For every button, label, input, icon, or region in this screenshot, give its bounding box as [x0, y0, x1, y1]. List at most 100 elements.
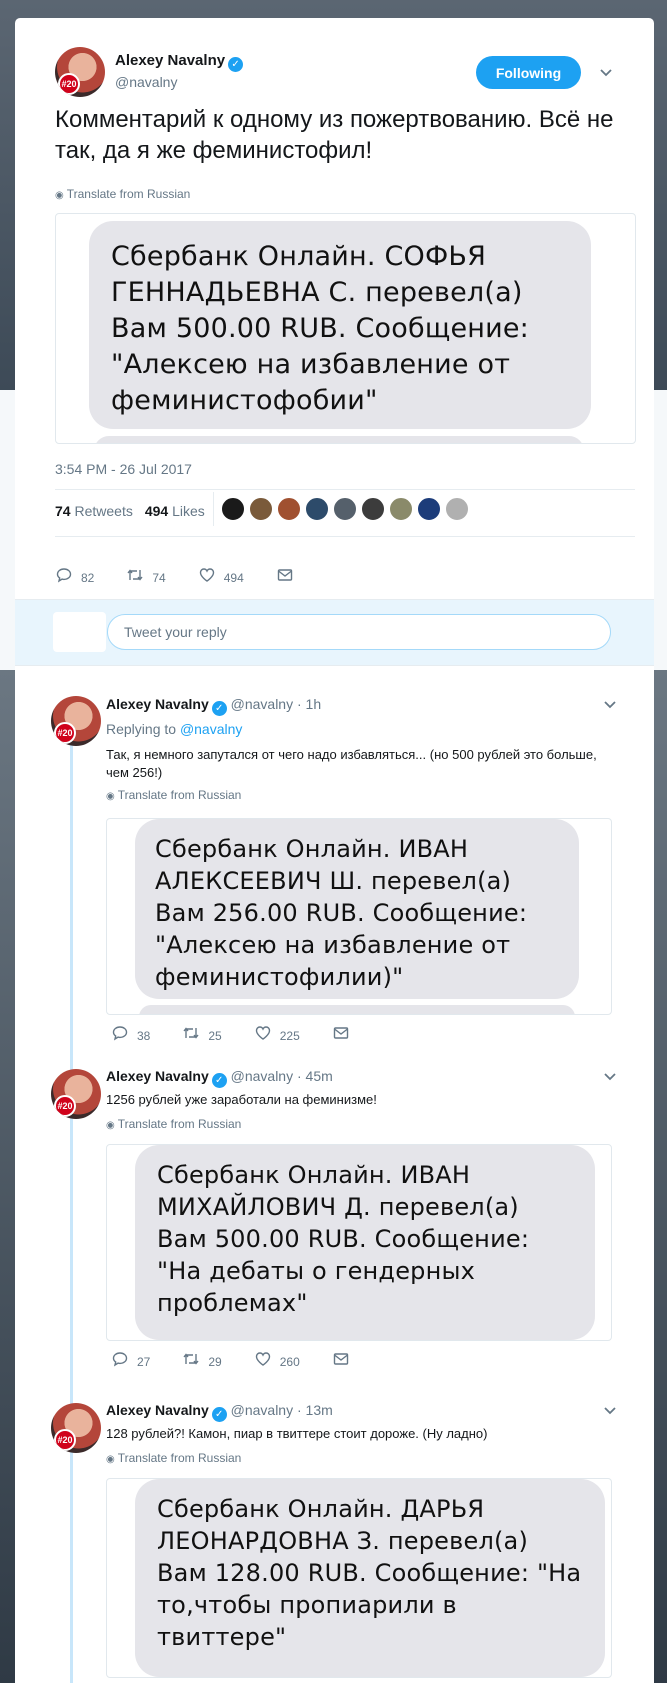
globe-icon: ◉ [106, 791, 115, 802]
author-avatar[interactable]: #20 [51, 1069, 101, 1119]
avatar-badge: #20 [54, 1095, 76, 1117]
reply-time[interactable]: · 1h [297, 696, 321, 712]
author-handle[interactable]: @navalny [115, 74, 177, 90]
reply-input[interactable]: Tweet your reply [107, 614, 611, 650]
author-handle[interactable]: @navalny [231, 1068, 293, 1084]
chevron-down-icon[interactable] [597, 64, 615, 82]
author-handle[interactable]: @navalny [231, 1402, 293, 1418]
retweet-action[interactable]: 29 [182, 1351, 222, 1372]
retweet-icon [126, 567, 144, 588]
tweet-timestamp[interactable]: 3:54 PM - 26 Jul 2017 [55, 461, 192, 477]
tweet-text: Комментарий к одному из пожертвованию. В… [55, 106, 614, 164]
reply-action[interactable]: 82 [55, 567, 94, 588]
tweet-media[interactable]: Сбербанк Онлайн. ДАРЬЯ ЛЕОНАРДОВНА З. пе… [106, 1478, 612, 1678]
likes-stat[interactable]: 494 Likes [145, 503, 205, 519]
liker-avatar[interactable] [249, 497, 273, 521]
divider [55, 489, 635, 490]
sms-bubble: Сбербанк Онлайн. СОФЬЯ ГЕННАДЬЕВНА С. пе… [89, 221, 591, 429]
tweet-media[interactable]: Сбербанк Онлайн. СОФЬЯ ГЕННАДЬЕВНА С. пе… [55, 213, 636, 444]
reply-header: Alexey Navalny ✓ @navalny · 45m [106, 1068, 333, 1088]
translate-link[interactable]: ◉ Translate from Russian [106, 788, 241, 802]
sms-bubble: Сбербанк Онлайн. ИВАН АЛЕКСЕЕВИЧ Ш. пере… [135, 819, 579, 999]
retweets-count: 74 [55, 503, 71, 519]
author-block: Alexey Navalny ✓ [115, 52, 244, 72]
heart-icon [254, 1025, 272, 1046]
retweet-action[interactable]: 25 [182, 1025, 222, 1046]
like-action[interactable]: 494 [198, 567, 244, 588]
liker-avatar[interactable] [333, 497, 357, 521]
translate-link[interactable]: ◉ Translate from Russian [55, 187, 190, 201]
like-count: 225 [279, 1028, 300, 1043]
globe-icon: ◉ [106, 1120, 115, 1131]
tweet-actions: 27 29 260 [111, 1351, 382, 1372]
message-action[interactable] [332, 1352, 350, 1371]
chevron-down-icon[interactable] [601, 1068, 619, 1086]
divider [55, 536, 635, 537]
likers-avatars [221, 497, 469, 521]
tweet-stats: 74 Retweets 494 Likes [55, 503, 205, 519]
avatar-badge: #20 [58, 73, 80, 95]
heart-icon [198, 567, 216, 588]
sms-bubble: Сбербанк Онлайн. ИВАН МИХАЙЛОВИЧ Д. пере… [135, 1145, 595, 1340]
sms-bubble: Сбербанк Онлайн. ДАРЬЯ ЛЕОНАРДОВНА З. пе… [135, 1479, 605, 1677]
reply-text: 128 рублей?! Камон, пиар в твиттере стои… [106, 1426, 488, 1441]
reply-time[interactable]: · 13m [297, 1402, 333, 1418]
retweet-action[interactable]: 74 [126, 567, 166, 588]
avatar-badge: #20 [54, 722, 76, 744]
author-name[interactable]: Alexey Navalny [106, 1402, 209, 1418]
verified-icon: ✓ [211, 1407, 227, 1422]
author-name[interactable]: Alexey Navalny [106, 696, 209, 712]
reply-text: Так, я немного запутался от чего надо из… [106, 747, 597, 780]
chevron-down-icon[interactable] [601, 1402, 619, 1420]
liker-avatar[interactable] [445, 497, 469, 521]
author-avatar[interactable]: #20 [51, 696, 101, 746]
stats-separator [213, 492, 214, 526]
reply-action[interactable]: 38 [111, 1025, 150, 1046]
envelope-icon [332, 1352, 350, 1371]
tweet-media[interactable]: Сбербанк Онлайн. ИВАН АЛЕКСЕЕВИЧ Ш. пере… [106, 818, 612, 1015]
retweet-count: 29 [208, 1354, 222, 1369]
translate-link[interactable]: ◉ Translate from Russian [106, 1451, 241, 1465]
retweets-label: Retweets [74, 503, 133, 519]
liker-avatar[interactable] [389, 497, 413, 521]
author-handle[interactable]: @navalny [231, 696, 293, 712]
chevron-down-icon[interactable] [601, 696, 619, 714]
liker-avatar[interactable] [361, 497, 385, 521]
retweet-icon [182, 1351, 200, 1372]
message-action[interactable] [276, 568, 294, 587]
reply-count: 38 [137, 1028, 151, 1043]
author-avatar[interactable]: #20 [55, 47, 105, 97]
retweet-icon [182, 1025, 200, 1046]
like-action[interactable]: 225 [254, 1025, 300, 1046]
sms-bubble-next [94, 436, 584, 443]
verified-icon: ✓ [211, 1073, 227, 1088]
translate-label: Translate from Russian [66, 187, 191, 201]
author-name[interactable]: Alexey Navalny [106, 1068, 209, 1084]
verified-icon: ✓ [211, 701, 227, 716]
message-action[interactable] [332, 1026, 350, 1045]
liker-avatar[interactable] [221, 497, 245, 521]
user-avatar [53, 612, 106, 652]
like-count: 260 [279, 1354, 300, 1369]
reply-time[interactable]: · 45m [297, 1068, 333, 1084]
tweet-actions: 38 25 225 [111, 1025, 382, 1046]
author-name[interactable]: Alexey Navalny [115, 52, 225, 69]
liker-avatar[interactable] [277, 497, 301, 521]
translate-link[interactable]: ◉ Translate from Russian [106, 1117, 241, 1131]
author-avatar[interactable]: #20 [51, 1403, 101, 1453]
tweet-media[interactable]: Сбербанк Онлайн. ИВАН МИХАЙЛОВИЧ Д. пере… [106, 1144, 612, 1341]
translate-label: Translate from Russian [117, 1451, 242, 1465]
replying-to: Replying to @navalny [106, 721, 242, 737]
reply-header: Alexey Navalny ✓ @navalny · 13m [106, 1402, 333, 1422]
translate-label: Translate from Russian [117, 788, 242, 802]
retweets-stat[interactable]: 74 Retweets [55, 503, 133, 519]
following-button[interactable]: Following [476, 56, 581, 89]
like-action[interactable]: 260 [254, 1351, 300, 1372]
liker-avatar[interactable] [417, 497, 441, 521]
liker-avatar[interactable] [305, 497, 329, 521]
reply-text: 1256 рублей уже заработали на феминизме! [106, 1092, 377, 1107]
reply-action[interactable]: 27 [111, 1351, 150, 1372]
replying-to-link[interactable]: @navalny [180, 721, 242, 737]
envelope-icon [332, 1026, 350, 1045]
like-count: 494 [223, 570, 244, 585]
